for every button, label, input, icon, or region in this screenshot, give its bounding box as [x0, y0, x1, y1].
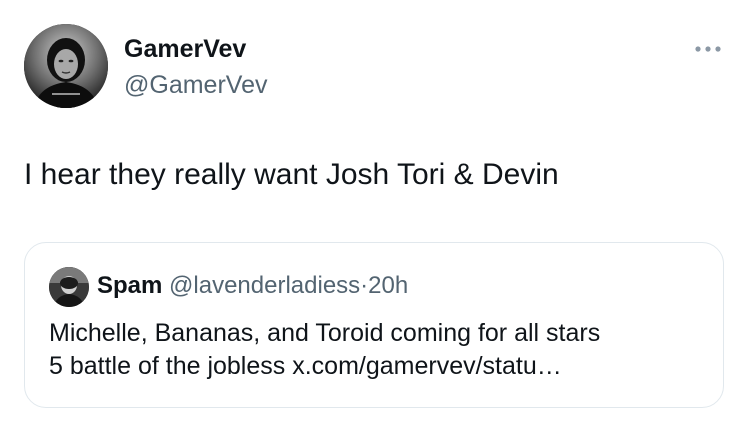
quoted-author-name[interactable]: Spam — [97, 272, 162, 299]
quoted-tweet-line: 5 battle of the jobless x.com/gamervev/s… — [49, 352, 562, 380]
author-display-name[interactable]: GamerVev — [124, 34, 246, 64]
quoted-tweet-card[interactable]: Spam @lavenderladiess·20h Michelle, Bana… — [24, 242, 724, 408]
profile-photo-icon — [24, 24, 108, 108]
quoted-tweet-timestamp[interactable]: 20h — [368, 272, 408, 299]
quoted-author-avatar[interactable] — [49, 267, 89, 307]
quoted-tweet-header: Spam @lavenderladiess·20h — [97, 271, 408, 301]
more-options-button[interactable] — [688, 36, 728, 62]
author-avatar[interactable] — [24, 24, 108, 108]
tweet-text: I hear they really want Josh Tori & Devi… — [24, 158, 559, 191]
author-handle[interactable]: @GamerVev — [124, 70, 267, 100]
more-options-icon — [695, 46, 721, 52]
quoted-author-handle[interactable]: @lavenderladiess — [169, 272, 360, 299]
tweet: GamerVev @GamerVev I hear they really wa… — [0, 0, 750, 438]
quoted-tweet-text: Michelle, Bananas, and Toroid coming for… — [49, 317, 600, 383]
separator-dot: · — [360, 272, 369, 299]
profile-photo-icon — [49, 267, 89, 307]
quoted-tweet-line: Michelle, Bananas, and Toroid coming for… — [49, 319, 601, 347]
